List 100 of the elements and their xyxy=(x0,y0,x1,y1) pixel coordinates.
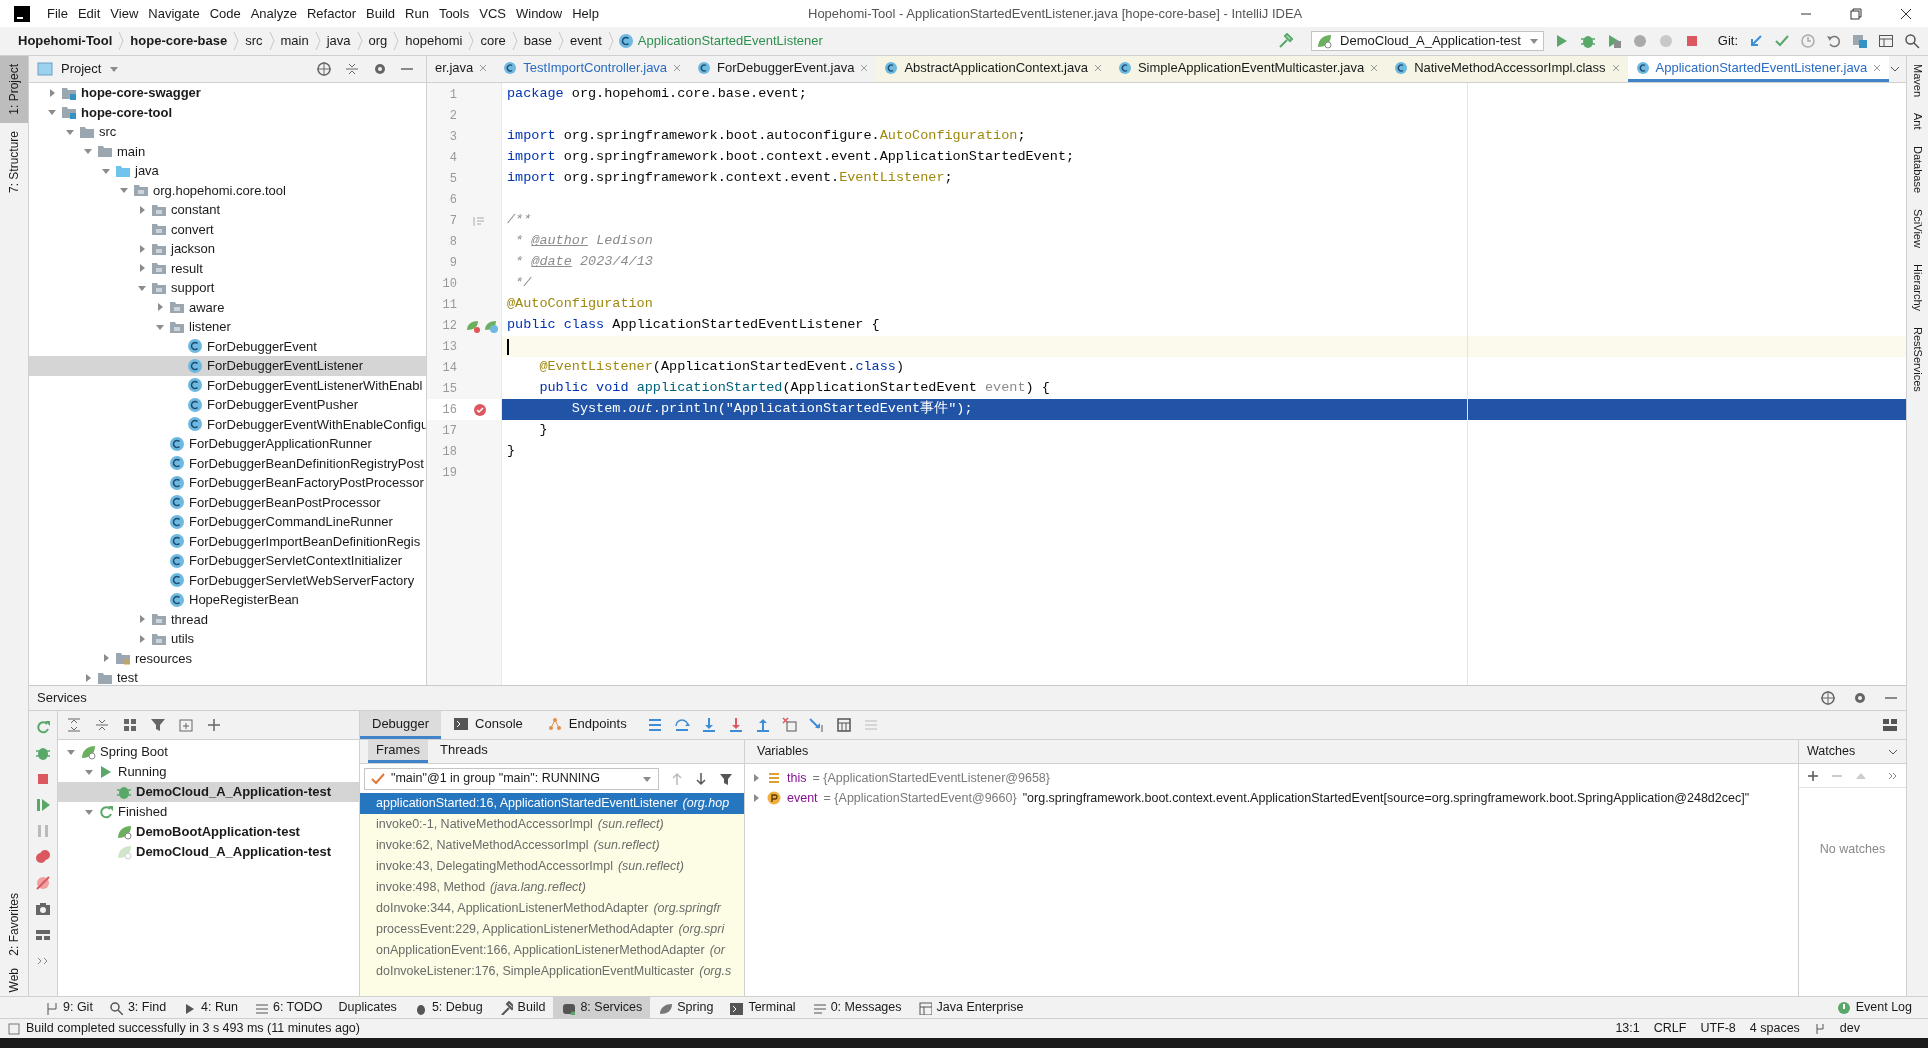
stack-frame[interactable]: applicationStarted:16, ApplicationStartedEventListener (org.hop xyxy=(360,793,744,814)
view-breakpoints-icon[interactable] xyxy=(35,849,51,865)
menu-item[interactable]: Tools xyxy=(433,3,475,24)
hammer-icon[interactable] xyxy=(1277,33,1294,49)
tree-item[interactable]: ForDebuggerEvent xyxy=(207,336,317,356)
filter-icon[interactable] xyxy=(719,771,733,786)
side-tool-tab[interactable]: SciView xyxy=(1909,208,1926,248)
drop-frame-icon[interactable] xyxy=(781,717,798,733)
tree-item[interactable]: listener xyxy=(189,317,231,337)
breadcrumb[interactable]: hopehomi xyxy=(399,31,469,51)
status-item[interactable]: 13:1 xyxy=(1615,1019,1640,1038)
history-icon[interactable] xyxy=(1800,33,1816,49)
layout-icon[interactable] xyxy=(1878,33,1894,49)
tree-item[interactable]: main xyxy=(117,141,146,161)
menu-item[interactable]: Code xyxy=(204,3,246,24)
tree-item[interactable]: HopeRegisterBean xyxy=(189,590,299,610)
tree-item[interactable]: jackson xyxy=(171,239,216,259)
menu-item[interactable]: Analyze xyxy=(245,3,302,24)
event-log-button[interactable]: Event Log xyxy=(1836,998,1928,1017)
new-tab-icon[interactable] xyxy=(178,717,194,733)
frames-tab[interactable]: Frames xyxy=(368,740,429,763)
tree-item[interactable]: ForDebuggerEventPusher xyxy=(207,395,359,415)
tree-item[interactable]: hope-core-tool xyxy=(81,102,172,122)
tree-item[interactable]: result xyxy=(171,258,203,278)
maximize-icon[interactable] xyxy=(1850,7,1862,20)
tree-item[interactable]: org.hopehomi.core.tool xyxy=(153,180,286,200)
editor-tab[interactable]: NativeMethodAccessorImpl.class xyxy=(1386,56,1628,82)
tool-window-button[interactable]: 9: Git xyxy=(36,997,101,1018)
debugger-tab[interactable]: Debugger xyxy=(360,711,442,739)
tool-window-button[interactable]: 5: Debug xyxy=(404,997,491,1018)
tree-item[interactable]: ForDebuggerImportBeanDefinitionRegis xyxy=(189,531,421,551)
menu-item[interactable]: Navigate xyxy=(143,3,205,24)
editor-tab[interactable]: AbstractApplicationContext.java xyxy=(876,56,1110,82)
status-icon[interactable] xyxy=(8,1022,20,1035)
expand-all-icon[interactable] xyxy=(66,717,82,733)
menu-item[interactable]: Run xyxy=(400,3,434,24)
tree-item[interactable]: resources xyxy=(135,648,193,668)
collapsed-arrow-icon[interactable] xyxy=(137,633,147,644)
expanded-arrow-icon[interactable] xyxy=(84,767,94,777)
collapsed-arrow-icon[interactable] xyxy=(137,243,147,254)
tree-item[interactable]: ForDebuggerBeanFactoryPostProcessor xyxy=(189,473,424,493)
service-item[interactable]: Spring Boot xyxy=(100,742,168,762)
breadcrumb[interactable]: event xyxy=(563,31,608,51)
tool-window-button[interactable]: 3: Find xyxy=(100,997,175,1018)
run-to-cursor-icon[interactable] xyxy=(808,717,825,733)
status-item[interactable]: UTF-8 xyxy=(1700,1019,1736,1038)
expanded-arrow-icon[interactable] xyxy=(66,747,76,757)
collapsed-arrow-icon[interactable] xyxy=(137,204,147,215)
stack-frame[interactable]: onApplicationEvent:166, ApplicationListenerMethodAdapter (or xyxy=(360,940,744,961)
thread-dropdown[interactable]: "main"@1 in group "main": RUNNING xyxy=(364,767,659,790)
stop-icon[interactable] xyxy=(35,771,51,787)
locate-icon[interactable] xyxy=(316,61,332,77)
force-step-into-icon[interactable] xyxy=(727,717,744,733)
rerun-icon[interactable] xyxy=(35,719,51,735)
update-icon[interactable] xyxy=(1748,33,1764,49)
collapsed-arrow-icon[interactable] xyxy=(137,263,147,274)
add-icon[interactable] xyxy=(206,717,222,733)
stack-frame[interactable]: doInvoke:344, ApplicationListenerMethodAdapter (org.springfr xyxy=(360,898,744,919)
menu-icon[interactable] xyxy=(646,717,663,733)
breadcrumb[interactable]: main xyxy=(274,31,315,51)
debugger-tab[interactable]: Console xyxy=(441,711,535,739)
tree-item[interactable]: ForDebuggerServletWebServerFactory xyxy=(189,570,415,590)
collapsed-arrow-icon[interactable] xyxy=(83,672,93,683)
collapsed-arrow-icon[interactable] xyxy=(137,614,147,625)
commit-check-icon[interactable] xyxy=(1774,33,1790,49)
menu-item[interactable]: Edit xyxy=(72,3,106,24)
collapsed-arrow-icon[interactable] xyxy=(101,653,111,664)
tree-item[interactable]: aware xyxy=(189,297,225,317)
project-view-dropdown[interactable]: Project xyxy=(61,59,120,79)
service-item[interactable]: DemoCloud_A_Application-test xyxy=(136,842,331,862)
tree-item[interactable]: java xyxy=(135,161,159,181)
settings-icon[interactable] xyxy=(372,61,388,77)
breadcrumb[interactable]: org xyxy=(362,31,394,51)
menu-item[interactable]: Refactor xyxy=(301,3,362,24)
settings-icon[interactable] xyxy=(1852,690,1868,706)
editor-tab[interactable]: ApplicationStartedEventListener.java xyxy=(1627,56,1890,82)
mute-breakpoints-icon[interactable] xyxy=(35,875,51,891)
stack-frame[interactable]: invoke:43, DelegatingMethodAccessorImpl (sun.reflect) xyxy=(360,856,744,877)
undo-icon[interactable] xyxy=(1826,33,1842,49)
side-tool-tab[interactable]: 7: Structure xyxy=(0,122,28,201)
tree-item[interactable]: ForDebuggerEventListenerWithEnabl xyxy=(207,375,423,395)
status-item[interactable]: 4 spaces xyxy=(1749,1019,1800,1038)
menu-item[interactable]: Build xyxy=(361,3,400,24)
pause-icon[interactable] xyxy=(35,823,51,839)
stack-frame[interactable]: invoke:498, Method (java.lang.reflect) xyxy=(360,877,744,898)
filter-icon[interactable] xyxy=(150,717,166,733)
tree-item[interactable]: convert xyxy=(171,219,214,239)
breadcrumb[interactable]: ApplicationStartedEventListener xyxy=(633,31,823,51)
side-tool-tab[interactable]: RestServices xyxy=(1909,326,1926,392)
breadcrumb[interactable]: java xyxy=(320,31,357,51)
service-item[interactable]: DemoBootApplication-test xyxy=(136,822,300,842)
locate-icon[interactable] xyxy=(1820,690,1836,706)
service-item[interactable]: Finished xyxy=(118,802,168,822)
debug-icon[interactable] xyxy=(35,745,51,761)
tree-item[interactable]: ForDebuggerBeanDefinitionRegistryPost xyxy=(189,453,424,473)
breadcrumb[interactable]: Hopehomi-Tool xyxy=(0,31,119,51)
breadcrumb[interactable]: src xyxy=(239,31,269,51)
side-tool-tab[interactable]: Database xyxy=(1909,145,1926,193)
collapsed-arrow-icon[interactable] xyxy=(155,302,165,313)
debug-icon[interactable] xyxy=(1579,33,1596,49)
